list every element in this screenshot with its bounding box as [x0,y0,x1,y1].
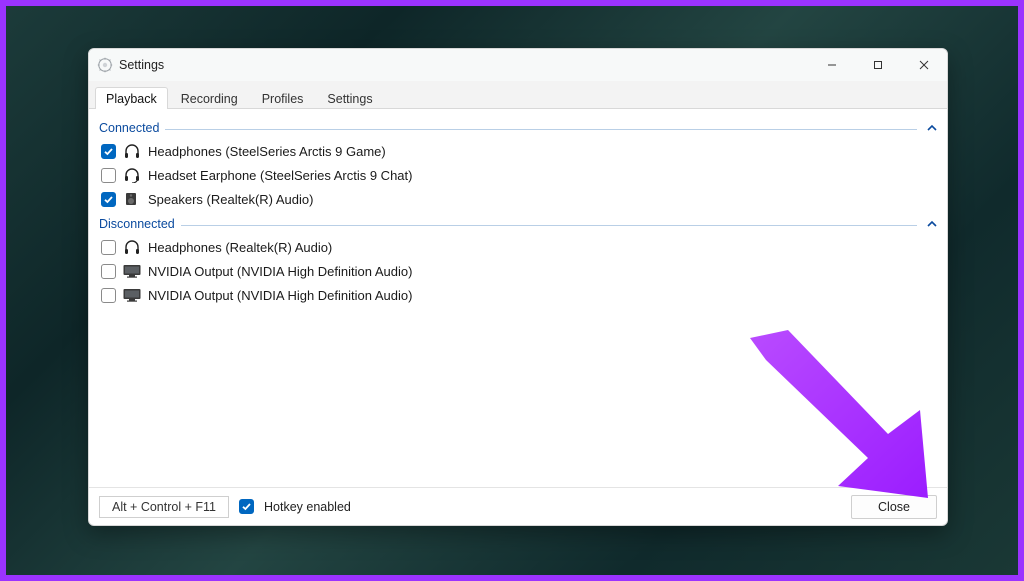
tab-label: Profiles [262,92,304,106]
tab-label: Recording [181,92,238,106]
settings-window: Settings Playback Recording Profiles Set… [88,48,948,526]
annotated-frame: Settings Playback Recording Profiles Set… [0,0,1024,581]
tab-label: Settings [327,92,372,106]
tab-settings[interactable]: Settings [316,87,383,109]
footer: Alt + Control + F11 Hotkey enabled Close [89,487,947,525]
headset-icon [122,166,142,184]
divider [165,129,917,130]
content-area: Connected Headphones (SteelSeries Arctis… [89,109,947,487]
device-label: Speakers (Realtek(R) Audio) [148,192,313,207]
device-label: Headphones (Realtek(R) Audio) [148,240,332,255]
monitor-icon [122,262,142,280]
device-checkbox[interactable] [101,240,116,255]
device-label: Headset Earphone (SteelSeries Arctis 9 C… [148,168,412,183]
section-header-disconnected[interactable]: Disconnected [99,213,937,235]
device-checkbox[interactable] [101,168,116,183]
tabstrip: Playback Recording Profiles Settings [89,81,947,109]
app-icon [97,57,113,73]
hotkey-text: Alt + Control + F11 [112,500,216,514]
tab-playback[interactable]: Playback [95,87,168,109]
device-checkbox[interactable] [101,192,116,207]
monitor-icon [122,286,142,304]
device-row[interactable]: Headphones (Realtek(R) Audio) [99,235,937,259]
section-title: Disconnected [99,217,181,231]
device-checkbox[interactable] [101,288,116,303]
device-label: Headphones (SteelSeries Arctis 9 Game) [148,144,386,159]
window-title: Settings [119,58,164,72]
headphones-icon [122,238,142,256]
device-row[interactable]: Headset Earphone (SteelSeries Arctis 9 C… [99,163,937,187]
maximize-button[interactable] [855,49,901,81]
hotkey-enabled-checkbox[interactable] [239,499,254,514]
close-button-label: Close [878,500,910,514]
device-row[interactable]: NVIDIA Output (NVIDIA High Definition Au… [99,259,937,283]
device-label: NVIDIA Output (NVIDIA High Definition Au… [148,288,412,303]
titlebar: Settings [89,49,947,81]
minimize-button[interactable] [809,49,855,81]
chevron-up-icon [917,219,937,229]
device-row[interactable]: Speakers (Realtek(R) Audio) [99,187,937,211]
device-checkbox[interactable] [101,264,116,279]
speaker-icon [122,190,142,208]
headphones-icon [122,142,142,160]
section-header-connected[interactable]: Connected [99,117,937,139]
section-title: Connected [99,121,165,135]
close-button[interactable]: Close [851,495,937,519]
close-window-button[interactable] [901,49,947,81]
device-row[interactable]: Headphones (SteelSeries Arctis 9 Game) [99,139,937,163]
tab-profiles[interactable]: Profiles [251,87,315,109]
tab-recording[interactable]: Recording [170,87,249,109]
divider [181,225,917,226]
device-label: NVIDIA Output (NVIDIA High Definition Au… [148,264,412,279]
hotkey-input[interactable]: Alt + Control + F11 [99,496,229,518]
chevron-up-icon [917,123,937,133]
device-row[interactable]: NVIDIA Output (NVIDIA High Definition Au… [99,283,937,307]
hotkey-enabled-label: Hotkey enabled [264,500,351,514]
tab-label: Playback [106,92,157,106]
device-checkbox[interactable] [101,144,116,159]
